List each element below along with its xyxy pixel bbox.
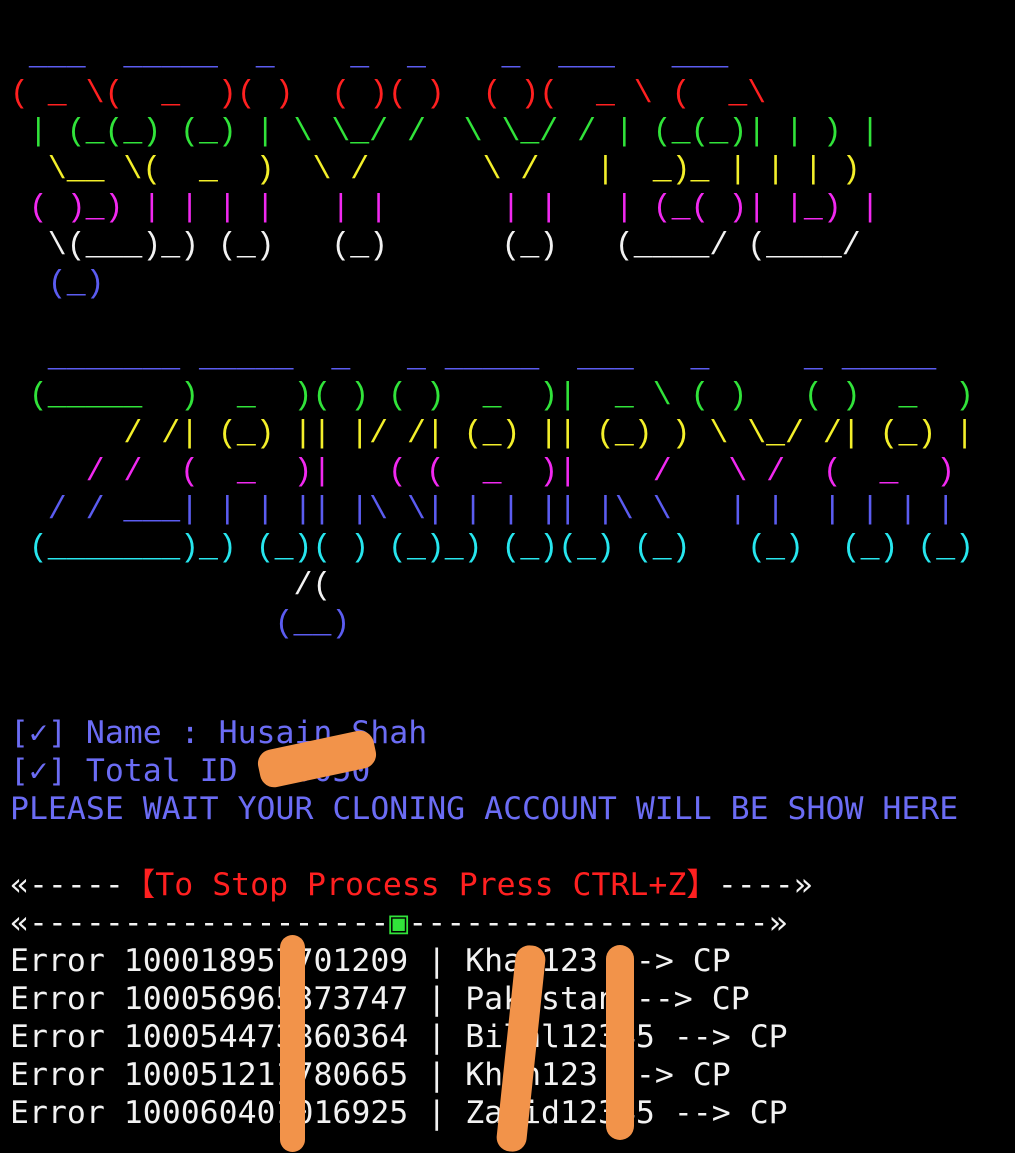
result-tag: CP — [749, 1095, 788, 1131]
banner-sayyed-line: (_) — [10, 267, 105, 302]
result-arrow: --> — [673, 1019, 731, 1055]
result-row: Error 100060401016925 | Zahid12345 --> C… — [10, 1095, 788, 1131]
result-tag: CP — [692, 1057, 731, 1093]
banner-zakarya-line: (_____ ) _ )( ) ( ) _ )| _ \ ( ) ( ) _ ) — [10, 379, 975, 414]
separator-line: «-------------------▣-------------------… — [10, 904, 813, 942]
result-arrow: --> — [635, 981, 693, 1017]
total-id-line: [✓] Total ID : 5050 — [10, 753, 371, 789]
banner-zakarya-line: / /| (_) || |/ /| (_) || (_) ) \ \_/ /| … — [10, 417, 975, 452]
stop-left-arrow: «----- — [10, 867, 124, 903]
separator-right: -------------------» — [408, 905, 788, 941]
result-row: Error 100054473860364 | Bilal12345 --> C… — [10, 1019, 788, 1055]
result-row: Error 100051211780665 | Khan123 --> CP — [10, 1057, 731, 1093]
result-id: 100018957701209 — [123, 943, 409, 979]
banner-sayyed-line: ( )_) | | | | | | | | | (_( )| |_) | — [10, 191, 880, 226]
redaction-mark — [280, 935, 305, 1152]
result-id: 100060401016925 — [123, 1095, 409, 1131]
banner-zakarya-line: (__) — [10, 607, 351, 642]
banner-zakarya-line: (_______)_) (_)( ) (_)_) (_)(_) (_) (_) … — [10, 531, 975, 566]
result-id: 100056965373747 — [123, 981, 409, 1017]
banner-sayyed-line: | (_(_) (_) | \ \_/ / \ \_/ / | (_(_)| |… — [10, 115, 880, 150]
stop-instruction: «-----【To Stop Process Press CTRL+Z】----… — [10, 866, 813, 904]
result-row: Error 100018957701209 | Khan123 --> CP — [10, 943, 731, 979]
result-tag: CP — [749, 1019, 788, 1055]
separator-square-icon: ▣ — [389, 905, 409, 941]
banner-zakarya-line: / / ___| | | || |\ \| | | || |\ \ | | | … — [10, 493, 956, 528]
result-id: 100054473860364 — [123, 1019, 409, 1055]
banner-sayyed: ___ _____ _ _ _ _ ___ ___ ( _ \( _ )( ) … — [10, 38, 880, 304]
banner-sayyed-line: \(___)_) (_) (_) (_) (____/ (____/ — [10, 229, 861, 264]
banner-sayyed-line: ( _ \( _ )( ) ( )( ) ( )( _ \ ( _\ — [10, 77, 767, 112]
result-status: Error — [10, 981, 105, 1017]
result-status: Error — [10, 1019, 105, 1055]
result-arrow: --> — [673, 1095, 731, 1131]
stop-text: 【To Stop Process Press CTRL+Z】 — [123, 867, 718, 903]
result-row: Error 100056965373747 | Pakistan --> CP — [10, 981, 750, 1017]
banner-zakarya-line: /( — [10, 569, 332, 604]
user-name-line: [✓] Name : Husain Shah — [10, 715, 428, 751]
result-tag: CP — [711, 981, 750, 1017]
banner-zakarya-line: _______ _____ _ _ _____ ___ _ _ _____ — [10, 341, 937, 376]
banner-sayyed-line: \__ \( _ ) \ / \ / | _)_ | | | ) — [10, 153, 861, 188]
result-status: Error — [10, 1095, 105, 1131]
banner-zakarya: _______ _____ _ _ _____ ___ _ _ _____ (_… — [10, 340, 974, 644]
terminal-screen: ___ _____ _ _ _ _ ___ ___ ( _ \( _ )( ) … — [0, 0, 1015, 1153]
banner-sayyed-line: ___ _____ _ _ _ _ ___ ___ — [10, 39, 748, 74]
info-block: [✓] Name : Husain Shah [✓] Total ID : 50… — [10, 714, 958, 828]
wait-message: PLEASE WAIT YOUR CLONING ACCOUNT WILL BE… — [10, 791, 959, 827]
stop-right-arrow: ----» — [717, 867, 813, 903]
process-block: «-----【To Stop Process Press CTRL+Z】----… — [10, 866, 813, 1132]
result-tag: CP — [692, 943, 731, 979]
result-status: Error — [10, 1057, 105, 1093]
banner-zakarya-line: / / ( _ )| ( ( _ )| / \ / ( _ ) — [10, 455, 956, 490]
result-id: 100051211780665 — [123, 1057, 409, 1093]
redaction-mark — [606, 945, 634, 1140]
separator-left: «------------------- — [10, 905, 390, 941]
result-status: Error — [10, 943, 105, 979]
